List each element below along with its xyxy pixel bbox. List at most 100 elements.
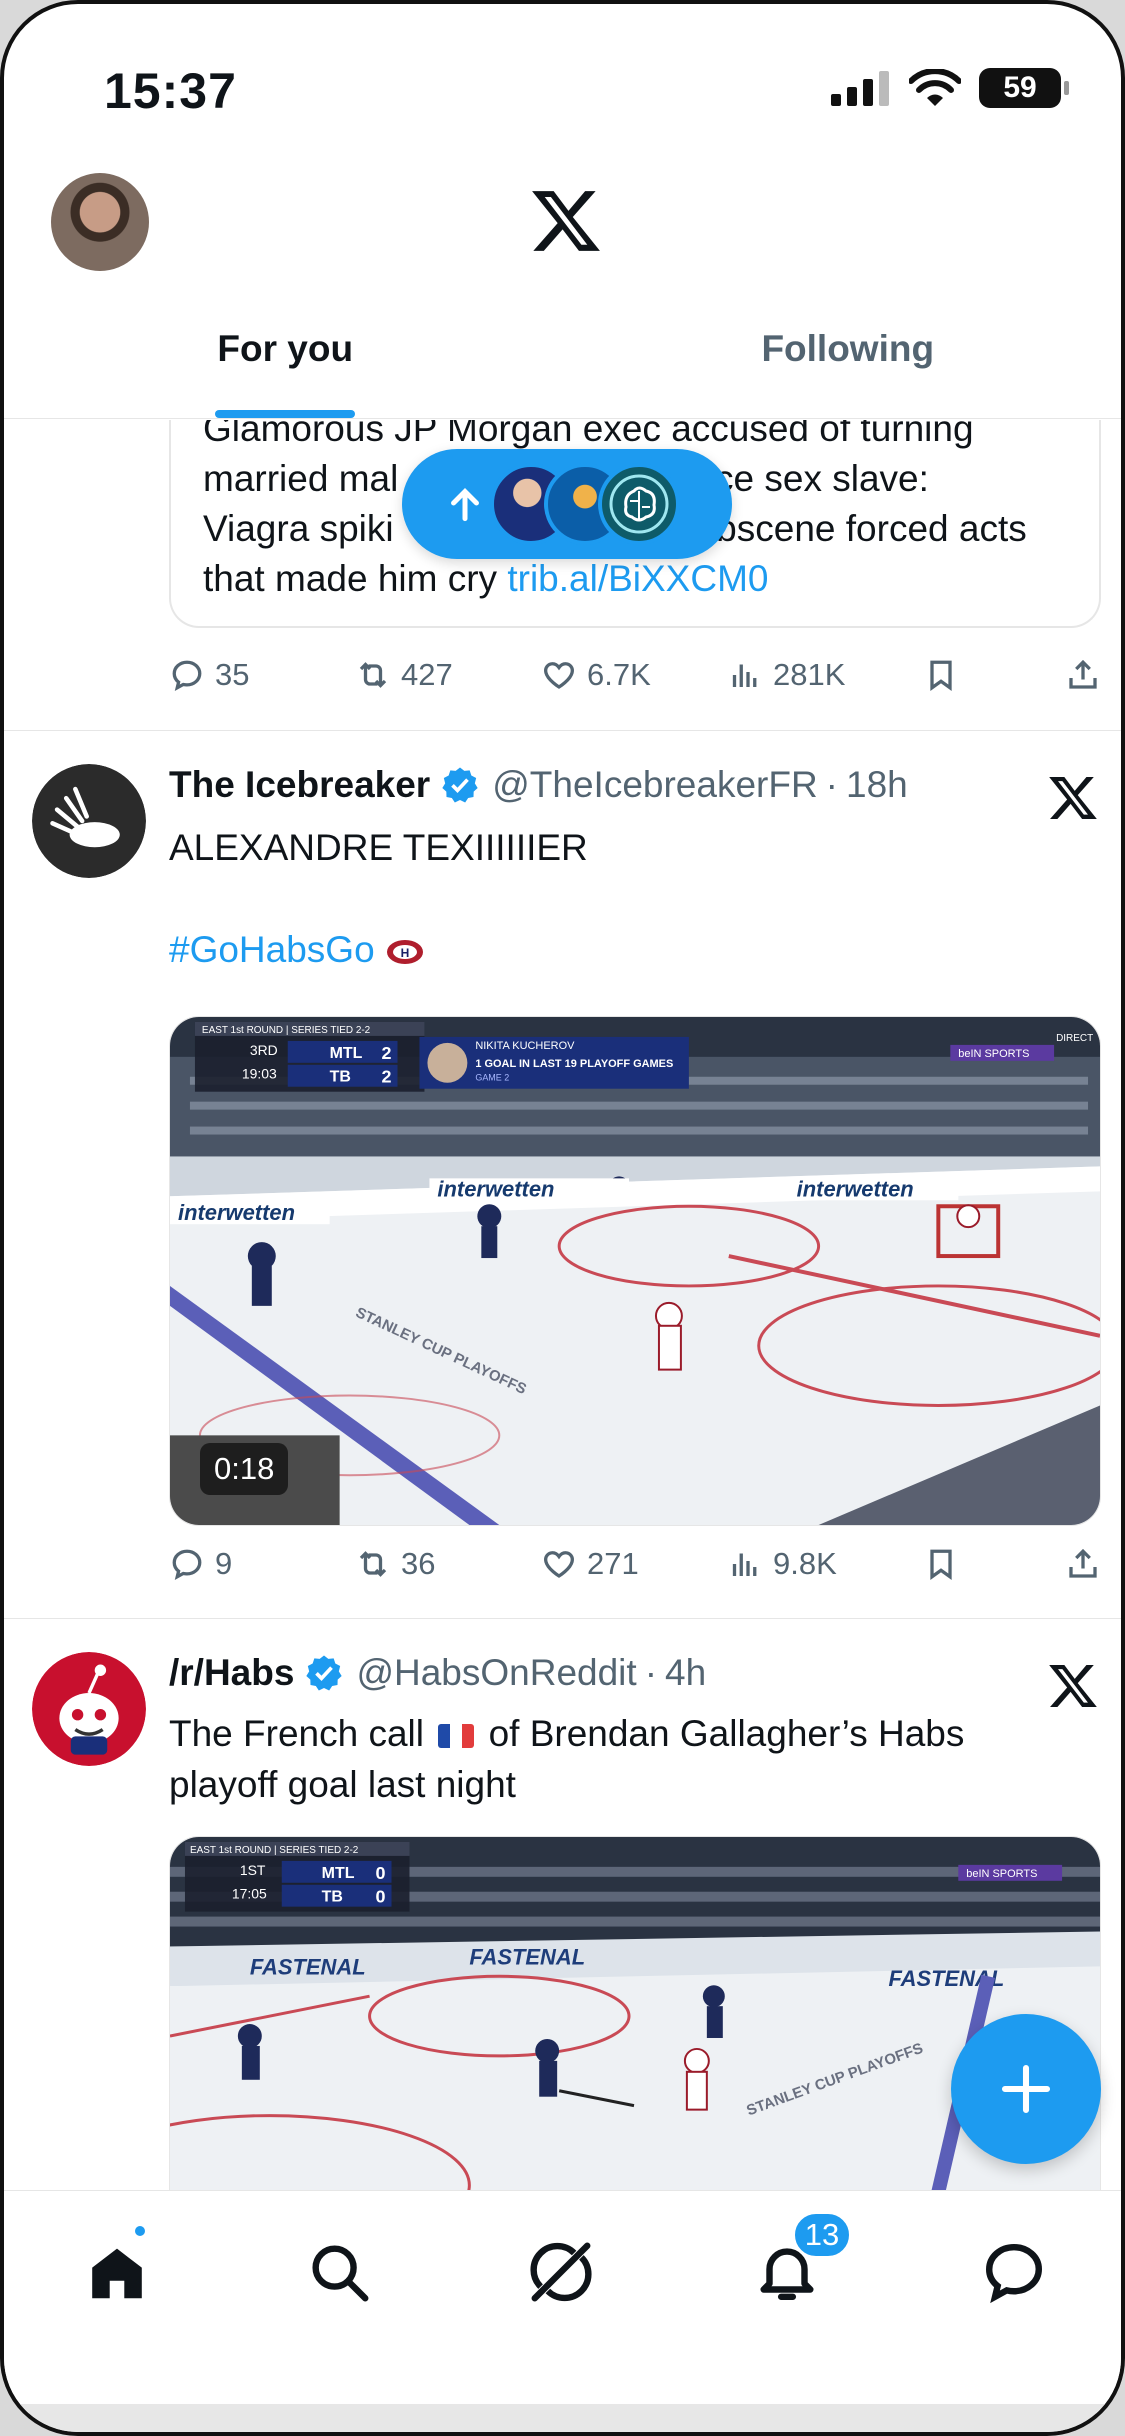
france-flag-icon xyxy=(438,1724,475,1749)
reply-count: 9 xyxy=(215,1546,233,1581)
nav-messages[interactable] xyxy=(979,2237,1059,2317)
views-button[interactable]: 9.8K xyxy=(727,1546,923,1582)
quoted-line: married mal xyxy=(203,458,399,499)
share-button[interactable] xyxy=(1065,657,1101,693)
post-text: ALEXANDRE TEXIIIIIIER xyxy=(169,827,588,868)
repost-button[interactable]: 36 xyxy=(355,1546,541,1582)
x-grok-icon[interactable] xyxy=(1047,772,1099,824)
views-chart-icon xyxy=(732,664,757,687)
rink-ad-text: interwetten xyxy=(797,1176,914,1201)
video-player[interactable]: interwetten interwetten interwetten STAN… xyxy=(169,1016,1101,1526)
profile-avatar[interactable] xyxy=(51,173,149,271)
author-name[interactable]: The Icebreaker xyxy=(169,764,430,806)
views-count: 9.8K xyxy=(773,1546,837,1581)
hashtag-link[interactable]: #GoHabsGo xyxy=(169,929,375,970)
quoted-line: Viagra spiki xyxy=(203,508,394,549)
post-time[interactable]: 18h xyxy=(846,764,908,806)
like-button[interactable]: 6.7K xyxy=(541,657,727,693)
scorebug-game: GAME 2 xyxy=(475,1073,509,1083)
home-indicator-area xyxy=(4,2404,1121,2432)
post-text-part: The French call xyxy=(169,1713,424,1754)
reply-icon xyxy=(172,660,202,692)
scorebug-away-team: TB xyxy=(330,1069,351,1086)
views-button[interactable]: 281K xyxy=(727,657,923,693)
post-hashtag-line: #GoHabsGo H xyxy=(169,924,1069,975)
quoted-line: obscene forced acts xyxy=(695,508,1027,549)
like-count: 271 xyxy=(587,1546,639,1581)
icebreaker-avatar[interactable] xyxy=(32,764,146,878)
scorebug-clock: 17:05 xyxy=(232,1886,267,1902)
heart-icon xyxy=(544,1551,574,1578)
x-logo-icon[interactable] xyxy=(529,184,603,258)
rink-ad-text: FASTENAL xyxy=(469,1944,585,1969)
scorebug-period: 1ST xyxy=(240,1862,266,1878)
timeline-tabs: For you Following xyxy=(4,304,1122,419)
timeline-feed[interactable]: Glamorous JP Morgan exec accused of turn… xyxy=(4,420,1121,2190)
heart-icon xyxy=(544,662,574,689)
quoted-line: that made him cry xyxy=(203,558,498,599)
status-icons: 59 xyxy=(831,68,1069,108)
broadcaster-logo: beIN SPORTS xyxy=(966,1868,1037,1880)
like-button[interactable]: 271 xyxy=(541,1546,727,1582)
up-arrow-icon xyxy=(451,487,479,522)
grok-icon xyxy=(530,2242,592,2302)
nav-grok[interactable] xyxy=(526,2237,606,2317)
rink-ad-text: FASTENAL xyxy=(250,1954,366,1979)
repost-icon xyxy=(359,662,387,688)
separator-dot: · xyxy=(644,1652,658,1693)
cellular-signal-icon xyxy=(831,71,889,106)
separator-dot: · xyxy=(825,764,838,805)
bookmark-icon xyxy=(930,1549,952,1580)
author-handle[interactable]: @TheIcebreakerFR xyxy=(492,764,817,806)
hockey-video-frame: interwetten interwetten interwetten STAN… xyxy=(170,1017,1100,1525)
scorebug-away-score: 2 xyxy=(382,1067,392,1087)
hockey-video-frame: FASTENAL FASTENAL FASTENAL STANLEY CUP P… xyxy=(170,1837,1100,2190)
battery-level: 59 xyxy=(1003,71,1037,104)
bookmark-button[interactable] xyxy=(923,657,1053,693)
repost-count: 427 xyxy=(401,657,453,692)
messages-icon xyxy=(985,2243,1043,2304)
battery-icon: 59 xyxy=(979,68,1069,108)
post-text-part: of Brendan Gallagher’s Habs xyxy=(488,1713,965,1754)
post-time[interactable]: 4h xyxy=(665,1652,706,1694)
plus-icon xyxy=(1001,2064,1051,2114)
post-header: /r/Habs @HabsOnReddit · 4h xyxy=(169,1652,706,1694)
bookmark-button[interactable] xyxy=(923,1546,1053,1582)
views-count: 281K xyxy=(773,657,846,692)
reply-button[interactable]: 35 xyxy=(169,657,355,693)
scorebug-home-team: MTL xyxy=(322,1865,355,1882)
verified-badge-icon xyxy=(442,767,478,803)
nav-search[interactable] xyxy=(304,2237,384,2317)
share-icon xyxy=(1069,659,1097,689)
verified-badge-icon xyxy=(306,1655,343,1691)
reply-count: 35 xyxy=(215,657,250,692)
quoted-line: Glamorous JP Morgan exec accused of turn… xyxy=(203,420,974,449)
scorebug-home-score: 2 xyxy=(382,1043,392,1063)
x-grok-icon[interactable] xyxy=(1047,1660,1099,1712)
new-posts-pill[interactable] xyxy=(402,449,732,559)
share-icon xyxy=(1069,1548,1097,1578)
tab-following[interactable]: Following xyxy=(567,304,1122,418)
author-handle[interactable]: @HabsOnReddit xyxy=(356,1652,636,1694)
compose-post-button[interactable] xyxy=(951,2014,1101,2164)
scorebug-period: 3RD xyxy=(250,1042,278,1058)
scorebug-home-score: 0 xyxy=(376,1863,386,1883)
scorebug-home-team: MTL xyxy=(330,1045,363,1062)
nav-home[interactable] xyxy=(82,2237,162,2317)
post-text-part: playoff goal last night xyxy=(169,1764,516,1805)
repost-button[interactable]: 427 xyxy=(355,657,541,693)
repost-count: 36 xyxy=(401,1546,436,1581)
rink-ad-text: interwetten xyxy=(178,1200,295,1225)
video-duration: 0:18 xyxy=(200,1443,289,1495)
quoted-post-link[interactable]: trib.al/BiXXCM0 xyxy=(507,558,768,599)
video-player[interactable]: FASTENAL FASTENAL FASTENAL STANLEY CUP P… xyxy=(169,1836,1101,2190)
author-name[interactable]: /r/Habs xyxy=(169,1652,294,1694)
reddit-habs-avatar[interactable] xyxy=(32,1652,146,1766)
post-item[interactable]: The Icebreaker @TheIcebreakerFR · 18h AL… xyxy=(4,730,1121,1581)
post-header: The Icebreaker @TheIcebreakerFR · 18h xyxy=(169,764,908,806)
share-button[interactable] xyxy=(1065,1546,1101,1582)
post-actions: 35 427 6.7K 281K xyxy=(169,657,1101,693)
scorebug-round: EAST 1st ROUND | SERIES TIED 2-2 xyxy=(190,1845,359,1856)
reply-button[interactable]: 9 xyxy=(169,1546,355,1582)
tab-for-you[interactable]: For you xyxy=(4,304,567,418)
